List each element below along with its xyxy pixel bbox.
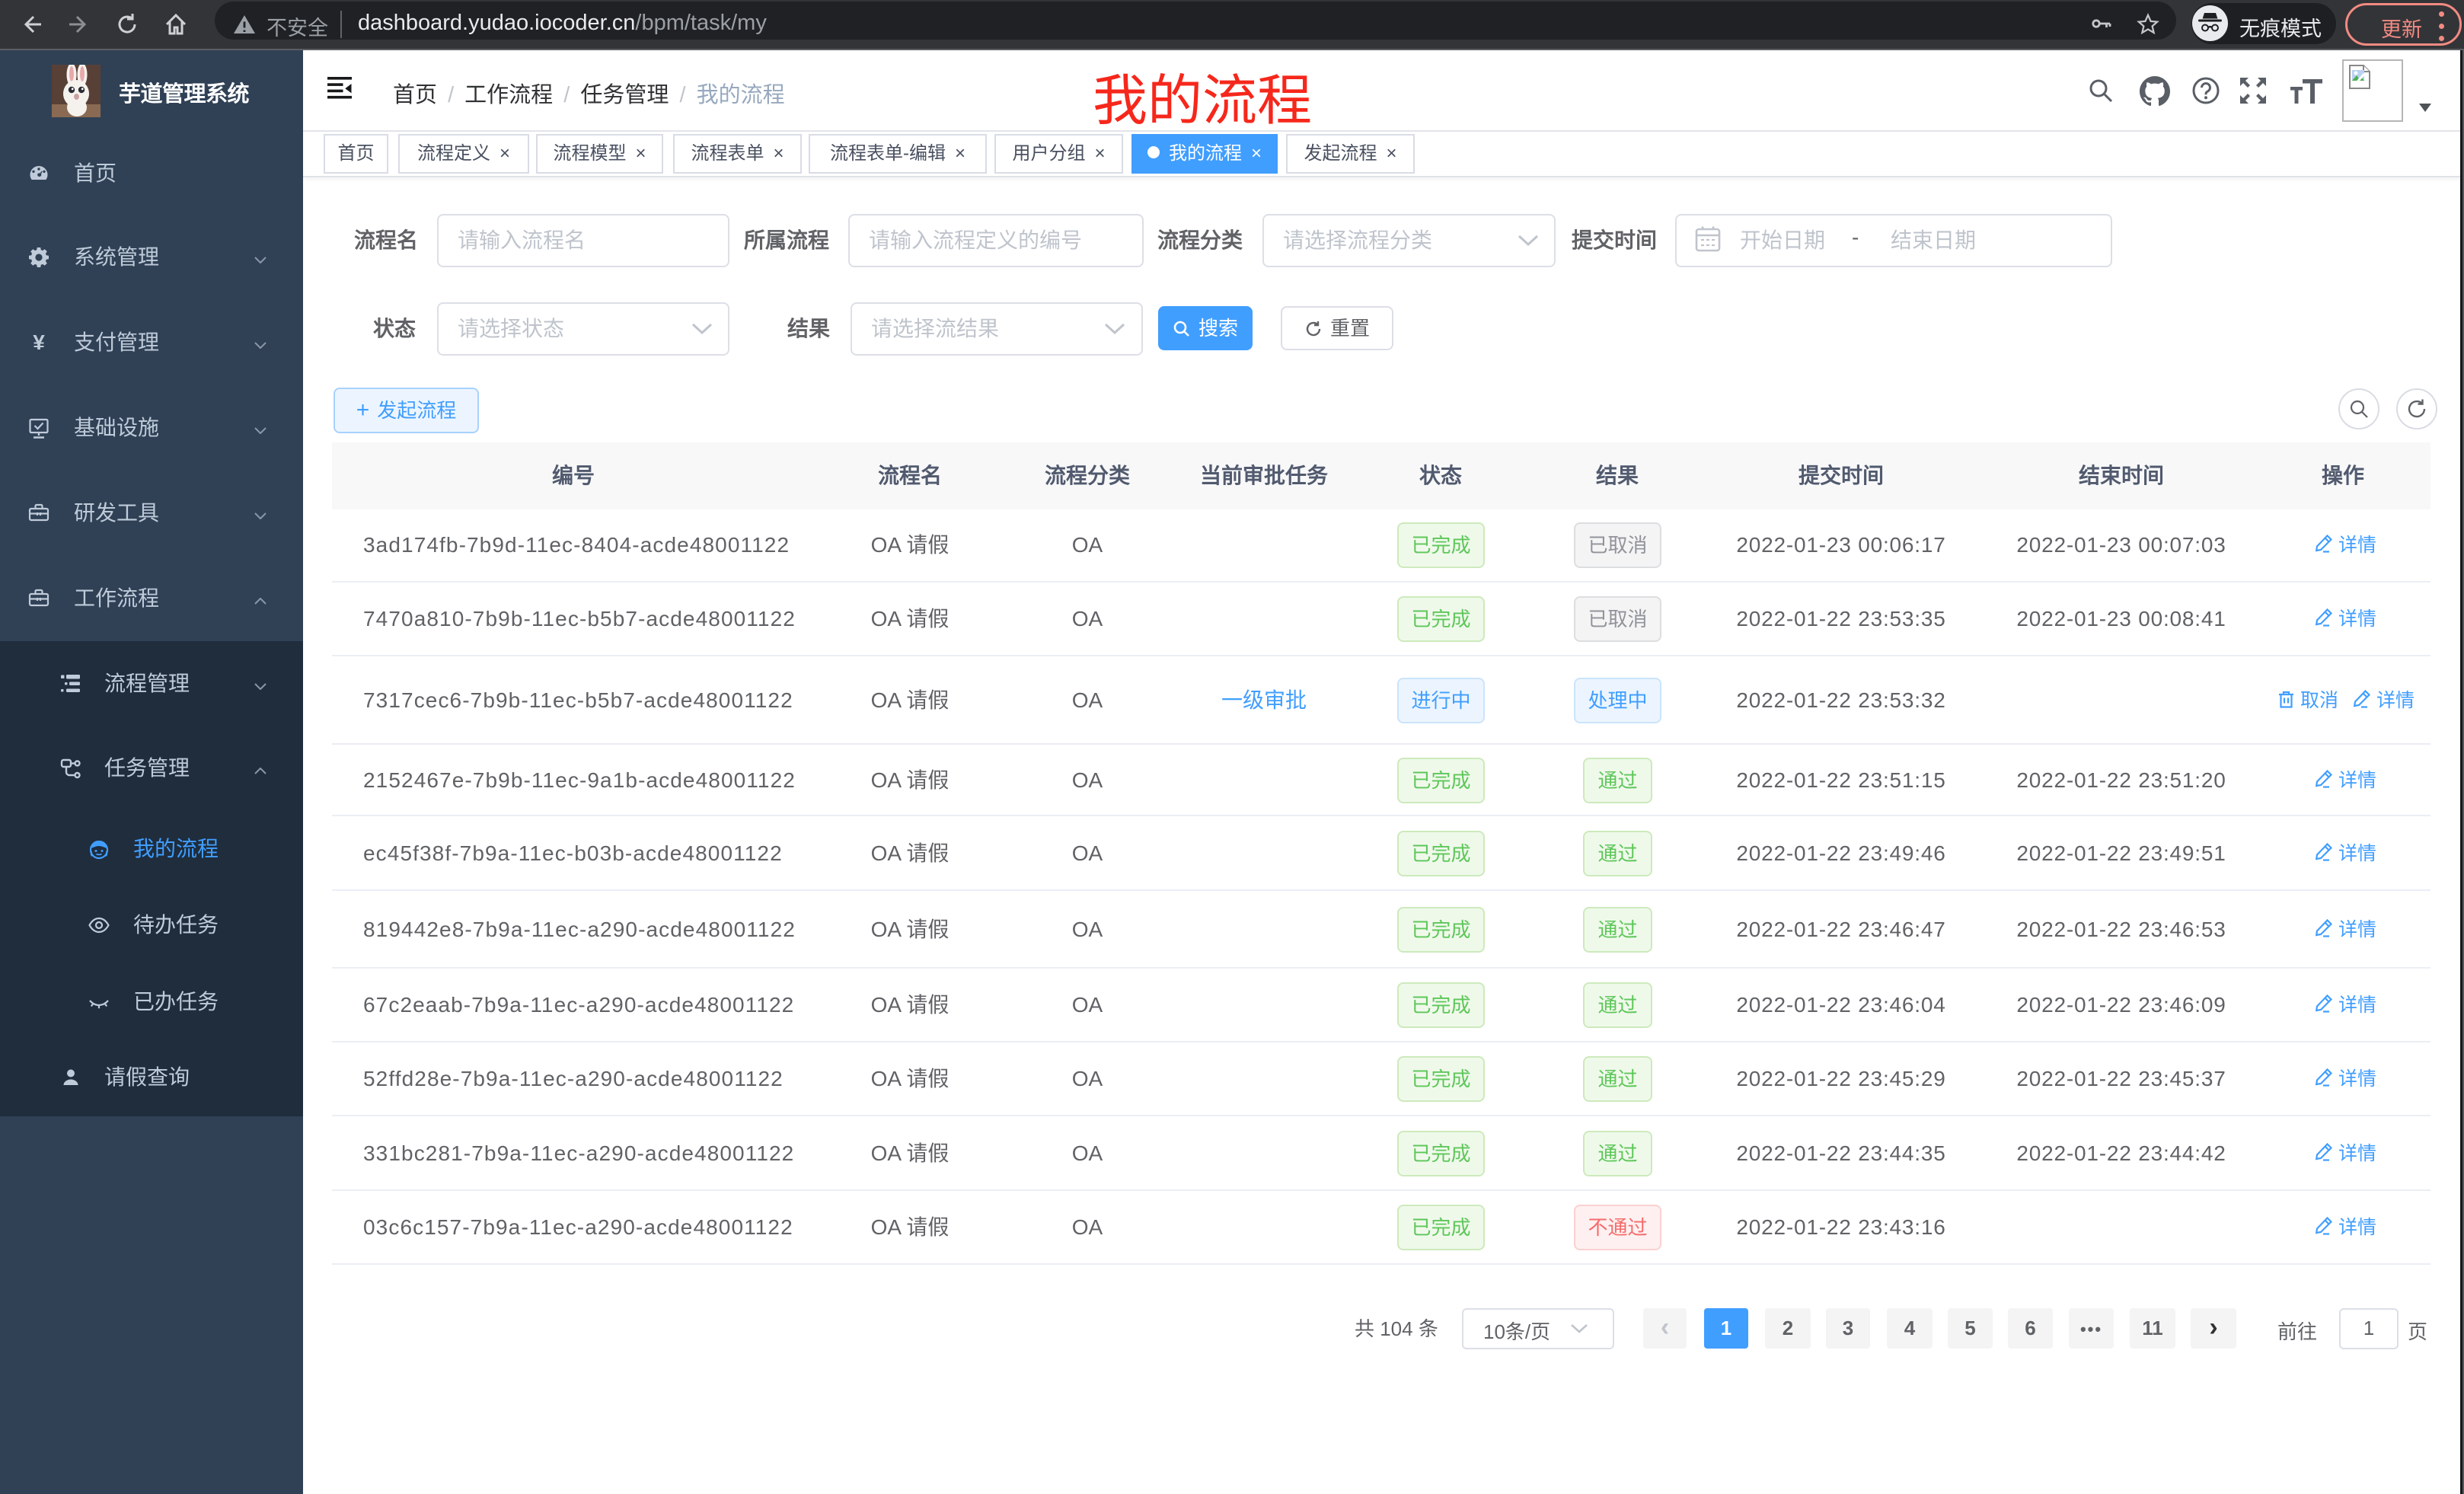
svg-text:¥: ¥ [33,331,45,354]
